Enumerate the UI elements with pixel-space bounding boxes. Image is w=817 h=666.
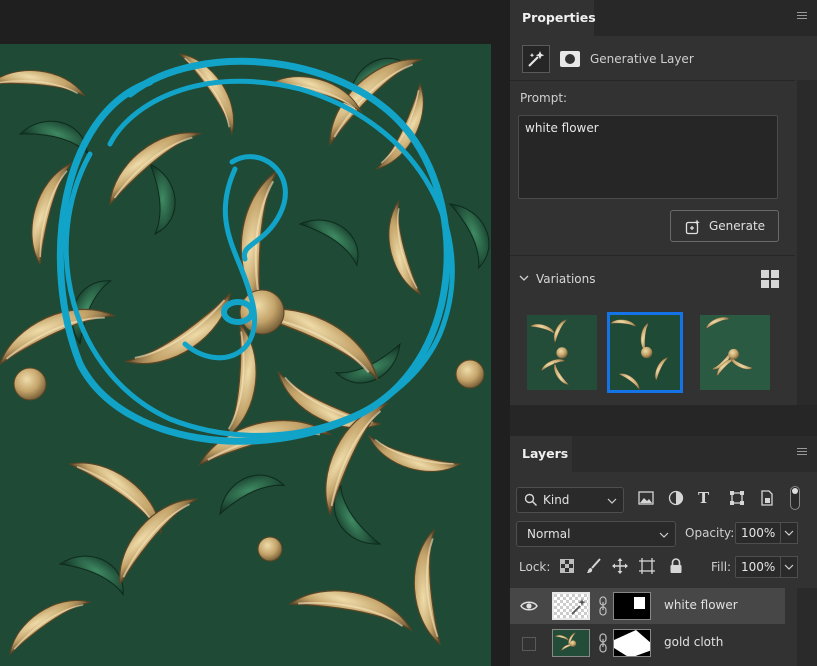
grid-view-icon[interactable] <box>760 269 780 289</box>
tab-properties[interactable]: Properties <box>510 0 596 36</box>
smart-object-filter-icon[interactable] <box>759 490 775 506</box>
lock-transparent-icon[interactable] <box>560 559 574 576</box>
search-icon <box>524 493 538 510</box>
layer-name[interactable]: gold cloth <box>664 635 723 649</box>
layer-thumbnail[interactable] <box>552 592 590 620</box>
visibility-toggle[interactable] <box>522 637 536 651</box>
variation-thumbnail-3[interactable] <box>700 315 770 390</box>
properties-scrollbar[interactable] <box>797 80 817 405</box>
layer-type-title: Generative Layer <box>590 52 694 66</box>
tab-layers[interactable]: Layers <box>510 436 572 472</box>
link-icon[interactable] <box>598 596 608 619</box>
divider <box>510 255 795 256</box>
generative-layer-icon[interactable] <box>522 45 550 73</box>
document-canvas[interactable] <box>0 44 491 666</box>
opacity-input[interactable]: 100% <box>735 522 781 544</box>
eye-icon[interactable] <box>520 598 538 614</box>
layers-scrollbar[interactable] <box>797 588 817 666</box>
opacity-dropdown[interactable] <box>780 522 798 544</box>
properties-panel: Properties Generative Layer Prompt: whit… <box>510 0 817 405</box>
layers-panel: Layers Kind T Normal Opacity: 100% Lock:… <box>510 436 817 666</box>
fill-value: 100% <box>741 560 776 574</box>
panel-menu-icon[interactable] <box>797 12 807 22</box>
layer-row-white-flower[interactable]: white flower <box>510 588 785 624</box>
variation-thumbnail-2[interactable] <box>607 312 683 393</box>
layers-tabbar: Layers <box>510 436 817 472</box>
type-filter-icon[interactable]: T <box>698 489 714 507</box>
lock-all-icon[interactable] <box>669 558 683 577</box>
image-filter-icon[interactable] <box>638 490 654 506</box>
generate-label: Generate <box>709 219 766 233</box>
chevron-down-icon <box>607 495 617 509</box>
variations-header[interactable]: Variations <box>518 268 780 292</box>
variations-label: Variations <box>536 272 596 286</box>
layer-row-gold-cloth[interactable]: gold cloth <box>510 625 785 661</box>
lock-move-icon[interactable] <box>612 558 628 577</box>
layer-thumbnail[interactable] <box>552 629 590 657</box>
opacity-value: 100% <box>741 526 776 540</box>
variation-thumbnail-1[interactable] <box>527 315 597 390</box>
ornamental-artwork <box>0 44 491 666</box>
panel-menu-icon[interactable] <box>797 448 807 458</box>
mask-icon[interactable] <box>556 45 584 73</box>
lock-artboard-icon[interactable] <box>639 558 655 577</box>
chevron-down-icon[interactable] <box>518 272 530 287</box>
prompt-input[interactable]: white flower <box>518 115 778 199</box>
generate-button[interactable]: Generate <box>670 210 779 242</box>
generate-icon <box>685 219 701 238</box>
lock-label: Lock: <box>519 560 551 574</box>
layer-mask-thumbnail[interactable] <box>613 629 651 657</box>
filter-kind-label: Kind <box>543 493 570 507</box>
layer-name[interactable]: white flower <box>664 598 738 612</box>
filter-toggle[interactable] <box>790 486 800 510</box>
fill-input[interactable]: 100% <box>735 556 781 578</box>
lock-paint-icon[interactable] <box>586 558 602 577</box>
shape-filter-icon[interactable] <box>729 490 745 506</box>
chevron-down-icon <box>659 529 669 543</box>
layer-type-header: Generative Layer <box>522 45 792 75</box>
fill-label: Fill: <box>711 560 732 574</box>
blend-mode-select[interactable]: Normal <box>516 521 676 547</box>
divider <box>510 80 795 81</box>
adjustment-filter-icon[interactable] <box>668 490 684 506</box>
filter-kind-select[interactable]: Kind <box>516 487 624 513</box>
canvas-area <box>0 0 510 666</box>
fill-dropdown[interactable] <box>780 556 798 578</box>
layer-mask-thumbnail[interactable] <box>613 592 651 620</box>
link-icon[interactable] <box>598 633 608 656</box>
prompt-label: Prompt: <box>520 91 568 105</box>
blend-mode-value: Normal <box>527 527 571 541</box>
properties-tabbar: Properties <box>510 0 817 36</box>
panel-gap <box>510 405 817 436</box>
opacity-label: Opacity: <box>685 526 735 540</box>
